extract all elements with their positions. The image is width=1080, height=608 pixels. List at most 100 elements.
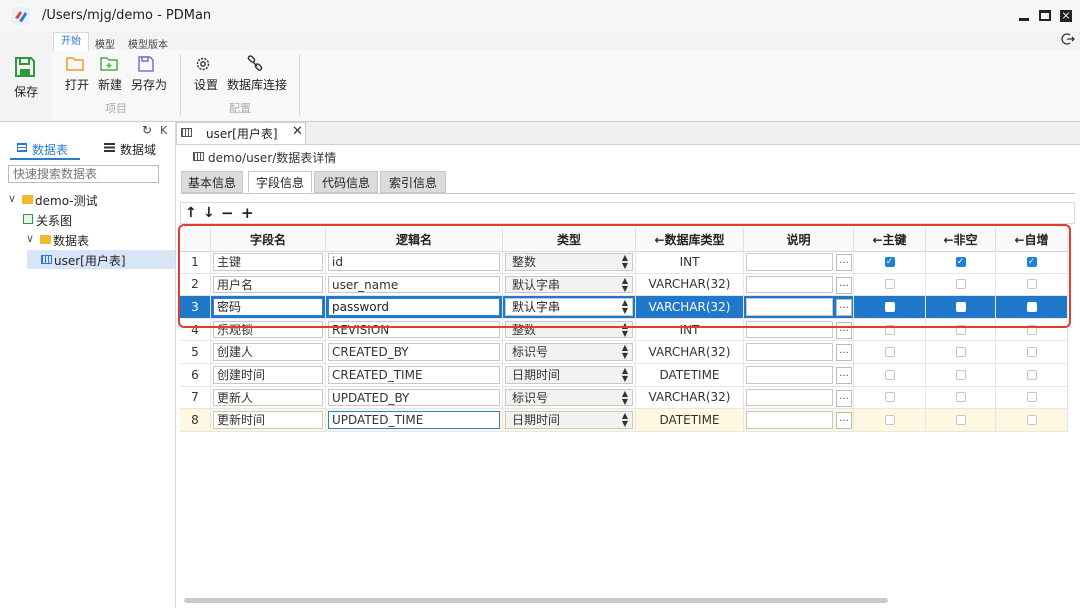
field-input-name[interactable]: 创建时间 xyxy=(213,366,323,384)
table-row[interactable]: 4 乐观锁 REVISION 整数 ▲ ▼ INT... xyxy=(180,318,1068,342)
description-input[interactable] xyxy=(746,388,833,407)
save-as-icon[interactable] xyxy=(138,56,154,72)
type-select[interactable]: 整数 ▲ ▼ xyxy=(505,320,633,339)
table-row[interactable]: 6 创建时间 CREATED_TIME 日期时间 ▲ ▼ DATETIME... xyxy=(180,364,1068,387)
subtab-basic-info[interactable]: 基本信息 xyxy=(181,171,243,193)
new-folder-icon[interactable] xyxy=(100,56,118,71)
open-folder-icon[interactable] xyxy=(66,56,84,71)
checkbox-pk[interactable] xyxy=(884,324,895,335)
move-up-icon[interactable]: ↑ xyxy=(185,205,197,221)
description-input[interactable] xyxy=(746,253,833,271)
field-input-logic[interactable]: CREATED_TIME xyxy=(328,366,500,384)
add-field-icon[interactable]: + xyxy=(241,204,254,222)
checkbox-pk[interactable] xyxy=(884,301,895,312)
horizontal-scrollbar[interactable] xyxy=(184,598,888,603)
type-select[interactable]: 默认字串 ▲ ▼ xyxy=(505,275,633,294)
checkbox-pk[interactable]: ✓ xyxy=(884,256,895,267)
field-input-name[interactable]: 创建人 xyxy=(213,343,323,361)
tree-item-diagram[interactable]: 关系图 xyxy=(36,212,72,229)
remove-field-icon[interactable]: − xyxy=(221,204,234,222)
table-row[interactable]: 8 更新时间 UPDATED_TIME 日期时间 ▲ ▼ DATETIME... xyxy=(180,409,1068,432)
ribbon-tab-model-version[interactable]: 模型版本 xyxy=(128,36,168,51)
more-options-icon[interactable]: ... xyxy=(836,389,852,407)
gear-icon[interactable] xyxy=(195,56,211,72)
checkbox-nn[interactable] xyxy=(955,347,966,358)
sidebar-tab-tables[interactable]: 数据表 xyxy=(32,141,68,158)
type-select[interactable]: 日期时间 ▲ ▼ xyxy=(505,411,633,429)
table-row[interactable]: 3 密码 password 默认字串 ▲ ▼ VARCHAR(32)... xyxy=(180,296,1068,319)
table-row[interactable]: 5 创建人 CREATED_BY 标识号 ▲ ▼ VARCHAR(32)... xyxy=(180,341,1068,364)
checkbox-ai[interactable]: ✓ xyxy=(1026,256,1037,267)
field-input-name[interactable]: 更新人 xyxy=(213,388,323,407)
save-as-button[interactable]: 另存为 xyxy=(131,76,167,93)
subtab-code-info[interactable]: 代码信息 xyxy=(314,171,378,193)
field-input-name[interactable]: 主键 xyxy=(213,253,323,271)
checkbox-nn[interactable] xyxy=(955,279,966,290)
field-input-logic[interactable]: UPDATED_BY xyxy=(328,388,500,407)
type-select[interactable]: 默认字串 ▲ ▼ xyxy=(505,298,633,316)
description-input[interactable] xyxy=(746,320,833,339)
checkbox-ai[interactable] xyxy=(1026,279,1037,290)
checkbox-ai[interactable] xyxy=(1026,414,1037,425)
ribbon-tab-model[interactable]: 模型 xyxy=(95,36,115,51)
table-row[interactable]: 2 用户名 user_name 默认字串 ▲ ▼ VARCHAR(32)... xyxy=(180,273,1068,297)
table-row[interactable]: 1 主键 id 整数 ▲ ▼ INT... ✓ ✓ ✓ xyxy=(180,251,1068,274)
open-button[interactable]: 打开 xyxy=(65,76,89,93)
header-logic-name[interactable]: 逻辑名 xyxy=(326,228,503,252)
tree-item-tables-folder[interactable]: 数据表 xyxy=(53,232,89,249)
header-not-null[interactable]: ←非空 xyxy=(926,228,996,252)
save-icon[interactable] xyxy=(13,55,37,79)
settings-button[interactable]: 设置 xyxy=(194,76,218,93)
checkbox-ai[interactable] xyxy=(1026,301,1037,312)
chevron-down-icon[interactable]: ∨ xyxy=(26,232,34,245)
field-input-name[interactable]: 用户名 xyxy=(213,275,323,294)
more-options-icon[interactable]: ... xyxy=(836,412,852,430)
close-window-icon[interactable] xyxy=(1059,9,1073,23)
description-input[interactable] xyxy=(746,275,833,294)
field-input-logic[interactable]: CREATED_BY xyxy=(328,343,500,361)
field-input-name[interactable]: 乐观锁 xyxy=(213,320,323,339)
maximize-icon[interactable] xyxy=(1038,9,1052,23)
subtab-field-info[interactable]: 字段信息 xyxy=(248,171,312,193)
checkbox-pk[interactable] xyxy=(884,279,895,290)
link-icon[interactable] xyxy=(246,55,264,73)
more-options-icon[interactable]: ... xyxy=(836,276,852,294)
checkbox-nn[interactable] xyxy=(955,392,966,403)
save-button[interactable]: 保存 xyxy=(14,83,38,100)
new-button[interactable]: 新建 xyxy=(98,76,122,93)
collapse-button[interactable]: K xyxy=(160,124,167,137)
checkbox-ai[interactable] xyxy=(1026,392,1037,403)
description-input[interactable] xyxy=(746,366,833,384)
checkbox-ai[interactable] xyxy=(1026,369,1037,380)
exit-icon[interactable] xyxy=(1061,32,1075,46)
description-input[interactable] xyxy=(746,411,833,429)
checkbox-pk[interactable] xyxy=(884,369,895,380)
type-select[interactable]: 整数 ▲ ▼ xyxy=(505,253,633,271)
refresh-icon[interactable]: ↻ xyxy=(142,123,152,137)
tree-root[interactable]: demo-测试 xyxy=(35,192,98,209)
checkbox-ai[interactable] xyxy=(1026,324,1037,335)
header-primary-key[interactable]: ←主键 xyxy=(854,228,926,252)
more-options-icon[interactable]: ... xyxy=(836,321,852,339)
checkbox-ai[interactable] xyxy=(1026,347,1037,358)
checkbox-nn[interactable] xyxy=(955,324,966,335)
more-options-icon[interactable]: ... xyxy=(836,344,852,362)
field-input-name[interactable]: 密码 xyxy=(213,298,323,316)
header-field-name[interactable]: 字段名 xyxy=(211,228,326,252)
tree-item-user-table[interactable]: user[用户表] xyxy=(54,252,126,269)
field-input-logic[interactable]: REVISION xyxy=(328,320,500,339)
more-options-icon[interactable]: ... xyxy=(836,299,852,317)
move-down-icon[interactable]: ↓ xyxy=(203,205,215,221)
type-select[interactable]: 日期时间 ▲ ▼ xyxy=(505,366,633,384)
checkbox-pk[interactable] xyxy=(884,347,895,358)
search-input[interactable] xyxy=(8,165,159,183)
checkbox-nn[interactable] xyxy=(955,301,966,312)
header-type[interactable]: 类型 xyxy=(503,228,636,252)
header-description[interactable]: 说明 xyxy=(744,228,854,252)
checkbox-pk[interactable] xyxy=(884,392,895,403)
ribbon-tab-start[interactable]: 开始 xyxy=(53,32,89,51)
db-connection-button[interactable]: 数据库连接 xyxy=(227,76,287,93)
header-db-type[interactable]: ←数据库类型 xyxy=(636,228,744,252)
more-options-icon[interactable]: ... xyxy=(836,254,852,271)
field-input-logic[interactable]: UPDATED_TIME xyxy=(328,411,500,429)
